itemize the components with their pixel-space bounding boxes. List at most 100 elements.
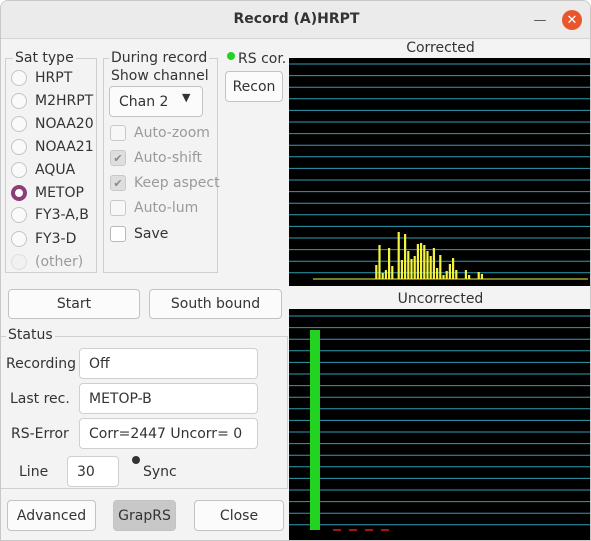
- histogram-bar: [378, 245, 381, 279]
- radio-circle[interactable]: [11, 70, 27, 86]
- histogram-bar: [448, 264, 451, 279]
- radio-circle[interactable]: [11, 231, 27, 247]
- histogram-bar: [423, 245, 426, 279]
- radio-fy3d[interactable]: FY3-D: [11, 229, 76, 249]
- recon-button[interactable]: Recon: [225, 71, 283, 102]
- checkbox-label: Keep aspect: [134, 175, 220, 191]
- check-auto-shift: ✔ Auto-shift: [110, 148, 202, 168]
- corrected-title: Corrected: [406, 40, 475, 56]
- sync-indicator: [132, 456, 140, 464]
- radio-label: FY3-D: [35, 231, 77, 247]
- channel-dropdown[interactable]: Chan 2 ▼: [109, 86, 203, 117]
- histogram-bar: [445, 271, 448, 279]
- radio-m2hrpt[interactable]: M2HRPT: [11, 91, 93, 111]
- radio-circle[interactable]: [11, 116, 27, 132]
- checkbox-label: Save: [134, 226, 169, 242]
- rs-cor-indicator: [227, 52, 235, 60]
- radio-hrpt[interactable]: HRPT: [11, 68, 72, 88]
- histogram-bar: [413, 256, 416, 279]
- checkmark-icon: ✔: [110, 150, 126, 166]
- check-save[interactable]: Save: [110, 224, 168, 244]
- checkbox-box: [110, 125, 126, 141]
- start-button[interactable]: Start: [8, 289, 140, 319]
- check-auto-zoom: Auto-zoom: [110, 123, 210, 143]
- radio-label: NOAA20: [35, 116, 94, 132]
- status-title: Status: [6, 327, 55, 343]
- radio-label: METOP: [35, 185, 84, 201]
- histogram-bar: [432, 248, 435, 279]
- check-keep-aspect: ✔ Keep aspect: [110, 173, 220, 193]
- histogram-bar: [480, 274, 483, 279]
- checkbox-box[interactable]: [110, 226, 126, 242]
- histogram-bar: [429, 256, 432, 279]
- histogram-bar: [442, 275, 445, 279]
- graprs-button[interactable]: GrapRS: [113, 500, 176, 531]
- histogram-bar: [468, 275, 471, 279]
- check-auto-lum: Auto-lum: [110, 198, 198, 218]
- advanced-button[interactable]: Advanced: [7, 500, 96, 531]
- radio-label: (other): [35, 254, 84, 270]
- checkbox-label: Auto-shift: [134, 150, 203, 166]
- histogram-bar: [426, 251, 429, 279]
- radio-noaa21[interactable]: NOAA21: [11, 137, 94, 157]
- histogram-bar: [439, 255, 442, 279]
- radio-fy3ab[interactable]: FY3-A,B: [11, 205, 89, 225]
- line-field: 30: [67, 456, 119, 487]
- histogram-bar: [404, 234, 407, 279]
- last-rec-label: Last rec.: [10, 391, 70, 407]
- channel-value: Chan 2: [119, 93, 169, 110]
- histogram-bar: [397, 232, 400, 279]
- south-bound-button[interactable]: South bound: [149, 289, 282, 319]
- radio-label: M2HRPT: [35, 93, 94, 109]
- histogram-bar: [464, 270, 467, 279]
- chevron-down-icon: ▼: [182, 91, 191, 104]
- title-bar: Record (A)HRPT — ✕: [1, 1, 590, 39]
- histogram-bar: [420, 243, 423, 279]
- histogram-bar: [388, 248, 391, 279]
- histogram-bar: [477, 272, 480, 279]
- radio-circle[interactable]: [11, 162, 27, 178]
- sync-label: Sync: [143, 464, 177, 480]
- uncorrected-chart: [289, 315, 590, 531]
- histogram-bar: [407, 251, 410, 279]
- checkmark-icon: ✔: [110, 175, 126, 191]
- window-title: Record (A)HRPT: [233, 11, 360, 27]
- histogram-bar: [381, 273, 384, 279]
- close-button[interactable]: Close: [194, 500, 284, 531]
- checkbox-label: Auto-zoom: [134, 125, 210, 141]
- recording-field: Off: [79, 348, 258, 379]
- show-channel-label: Show channel: [111, 68, 209, 84]
- close-window-icon[interactable]: ✕: [562, 10, 582, 30]
- uncorrected-plot: [289, 309, 590, 540]
- histogram-bar: [416, 244, 419, 279]
- recording-label: Recording: [6, 356, 77, 372]
- corrected-plot: [289, 58, 590, 286]
- histogram-bar: [375, 265, 378, 279]
- radio-circle[interactable]: [11, 93, 27, 109]
- radio-aqua[interactable]: AQUA: [11, 160, 75, 180]
- corrected-chart: [289, 63, 590, 280]
- radio-noaa20[interactable]: NOAA20: [11, 114, 94, 134]
- line-label: Line: [19, 464, 49, 480]
- checkbox-label: Auto-lum: [134, 200, 199, 216]
- radio-circle-selected[interactable]: [11, 185, 27, 201]
- histogram-bar: [410, 259, 413, 279]
- histogram-bar: [452, 258, 455, 279]
- uncorrected-title: Uncorrected: [397, 291, 484, 307]
- radio-circle[interactable]: [11, 207, 27, 223]
- radio-label: NOAA21: [35, 139, 94, 155]
- radio-metop[interactable]: METOP: [11, 183, 84, 203]
- checkbox-box: [110, 200, 126, 216]
- radio-other: (other): [11, 252, 83, 272]
- radio-label: AQUA: [35, 162, 76, 178]
- histogram-bar: [436, 268, 439, 279]
- histogram-bar: [455, 270, 458, 279]
- rs-cor-label: RS cor.: [238, 51, 287, 67]
- minimize-icon[interactable]: —: [530, 10, 550, 30]
- radio-circle[interactable]: [11, 139, 27, 155]
- histogram-bar: [400, 260, 403, 279]
- rs-error-label: RS-Error: [11, 426, 69, 442]
- radio-label: FY3-A,B: [35, 207, 89, 223]
- rs-error-field: Corr=2447 Uncorr= 0: [79, 418, 258, 449]
- histogram-bar: [384, 270, 387, 279]
